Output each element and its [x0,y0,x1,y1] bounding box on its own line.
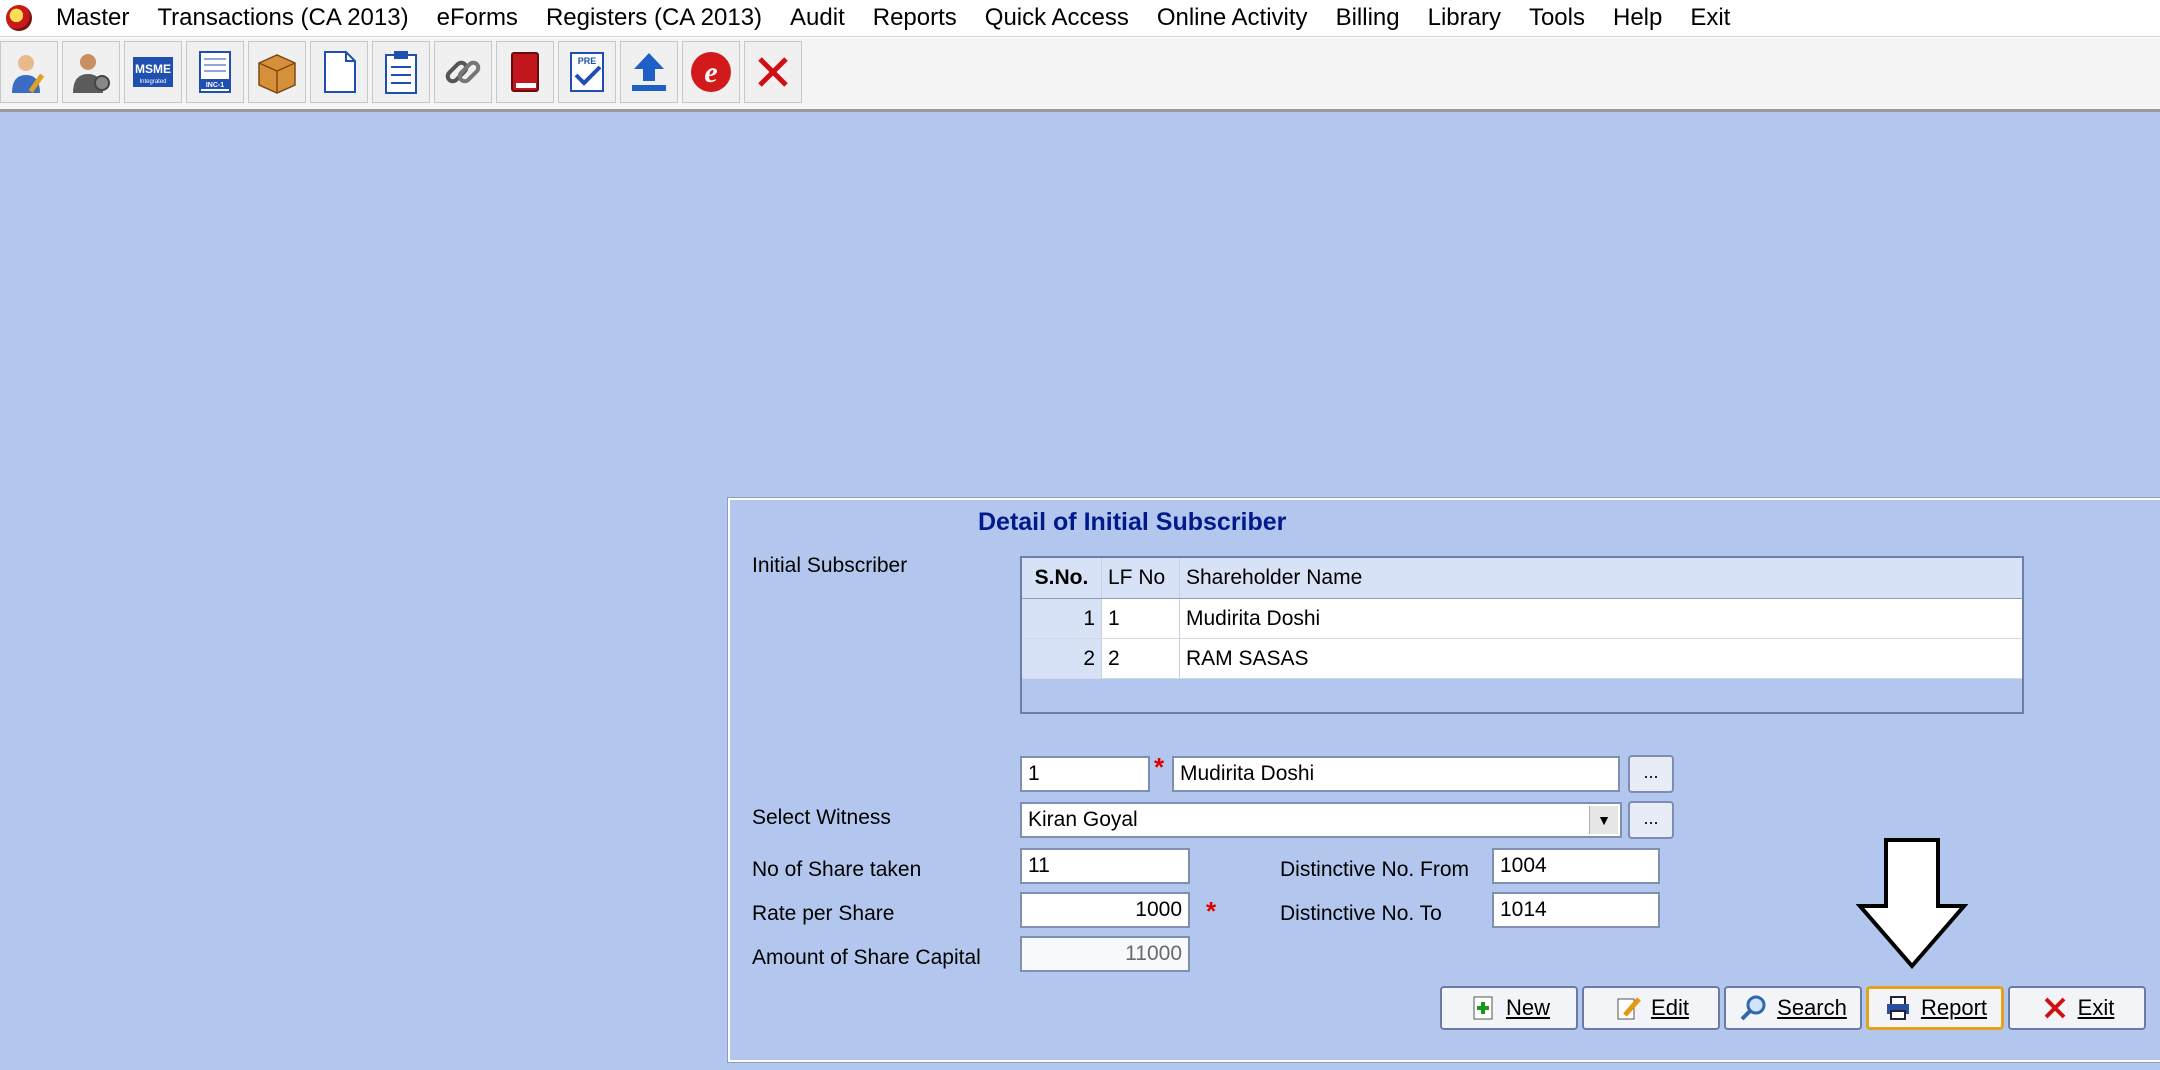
edit-label: Edit [1651,995,1689,1020]
amount-label: Amount of Share Capital [752,946,981,969]
new-button[interactable]: New [1440,986,1578,1030]
menu-billing[interactable]: Billing [1322,0,1414,36]
menu-bar: Master Transactions (CA 2013) eForms Reg… [0,0,2160,37]
menu-eforms[interactable]: eForms [423,0,532,36]
close-icon [2044,997,2066,1019]
edit-button[interactable]: Edit [1582,986,1720,1030]
menu-online-activity[interactable]: Online Activity [1143,0,1322,36]
row-sno: 2 [1022,639,1102,678]
clipboard-icon[interactable] [372,41,430,103]
upload-icon[interactable] [620,41,678,103]
svg-text:e: e [704,56,717,89]
row-shareholder-name: RAM SASAS [1186,647,1309,670]
subscriber-grid[interactable]: S.No. LF No Shareholder Name 1 1 Mudirit… [1020,556,2024,714]
required-marker: * [1154,752,1165,782]
msme-sub-label: Integrated [139,79,166,85]
new-icon [1473,996,1493,1020]
table-row[interactable]: 2 2 RAM SASAS [1022,639,2022,679]
witness-value: Kiran Goyal [1028,808,1138,831]
witness-lookup-button[interactable]: ... [1628,801,1674,839]
amount-field: 11000 [1020,936,1190,972]
rate-field[interactable]: 1000 [1020,892,1190,928]
row-lf-no: 2 [1102,639,1180,678]
printer-icon [1886,996,1909,1020]
exit-label: Exit [2077,995,2115,1020]
header-lf-no[interactable]: LF No [1102,558,1180,598]
edit-pencil-icon [1617,997,1641,1020]
pre-label: PRE [578,56,597,66]
witness-select[interactable]: Kiran Goyal ▼ [1020,802,1622,838]
row-lf-no: 1 [1102,599,1180,638]
menu-quick-access[interactable]: Quick Access [971,0,1143,36]
row-sno: 1 [1022,599,1102,638]
header-shareholder-name[interactable]: Shareholder Name [1180,558,2022,598]
link-icon[interactable] [434,41,492,103]
subscriber-lookup-button[interactable]: ... [1628,755,1674,793]
grid-header: S.No. LF No Shareholder Name [1022,558,2022,599]
initial-subscriber-label: Initial Subscriber [752,554,908,577]
panel-title: Detail of Initial Subscriber [978,508,1287,536]
subscriber-name-field[interactable]: Mudirita Doshi [1172,756,1620,792]
menu-exit[interactable]: Exit [1676,0,1744,36]
user-settings-icon[interactable] [62,41,120,103]
close-icon[interactable] [744,41,802,103]
menu-tools[interactable]: Tools [1515,0,1599,36]
user-edit-icon[interactable] [0,41,58,103]
box-icon[interactable] [248,41,306,103]
inc-1-label: INC-1 [206,82,224,89]
chevron-down-icon[interactable]: ▼ [1589,806,1618,834]
app-logo-icon[interactable] [6,5,32,31]
msme-icon[interactable]: MSME Integrated [124,41,182,103]
search-label: Search [1777,995,1847,1020]
menu-audit[interactable]: Audit [776,0,859,36]
search-button[interactable]: Search [1724,986,1862,1030]
document-icon[interactable] [310,41,368,103]
required-marker: * [1206,896,1217,926]
msme-label: MSME [135,62,171,76]
book-icon[interactable] [496,41,554,103]
initial-subscriber-panel: Detail of Initial Subscriber Initial Sub… [727,497,2160,1063]
rate-label: Rate per Share [752,902,895,925]
pre-check-icon[interactable]: PRE [558,41,616,103]
report-button[interactable]: Report [1866,986,2004,1030]
e-icon[interactable]: e [682,41,740,103]
search-icon [1740,995,1766,1021]
menu-reports[interactable]: Reports [859,0,971,36]
new-label: New [1505,995,1550,1020]
exit-button[interactable]: Exit [2008,986,2146,1030]
subscriber-no-field[interactable]: 1 [1020,756,1150,792]
menu-transactions[interactable]: Transactions (CA 2013) [143,0,422,36]
witness-label: Select Witness [752,806,891,829]
header-sno[interactable]: S.No. [1022,558,1102,598]
dist-to-field[interactable]: 1014 [1492,892,1660,928]
shares-label: No of Share taken [752,858,922,881]
inc-1-icon[interactable]: INC-1 [186,41,244,103]
toolbar: MSME Integrated INC-1 PRE e [0,37,2160,112]
row-shareholder-name: Mudirita Doshi [1186,607,1321,630]
shares-field[interactable]: 11 [1020,848,1190,884]
menu-library[interactable]: Library [1414,0,1515,36]
dist-from-label: Distinctive No. From [1280,858,1470,881]
menu-master[interactable]: Master [42,0,143,36]
dist-from-field[interactable]: 1004 [1492,848,1660,884]
menu-registers[interactable]: Registers (CA 2013) [532,0,776,36]
dist-to-label: Distinctive No. To [1280,902,1442,925]
menu-help[interactable]: Help [1599,0,1676,36]
table-row[interactable]: 1 1 Mudirita Doshi [1022,599,2022,639]
report-label: Report [1920,995,1988,1020]
down-arrow-annotation-icon [1856,838,1968,970]
